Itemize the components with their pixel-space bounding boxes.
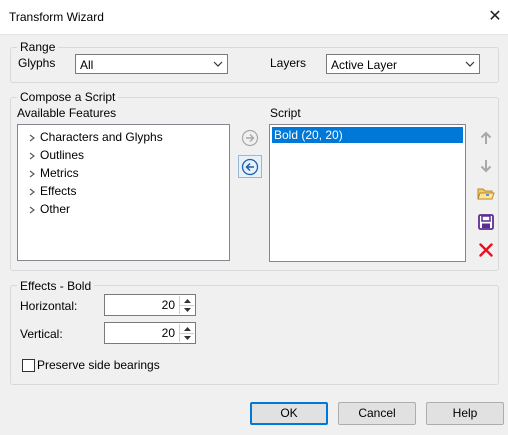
tree-item-label: Other — [40, 202, 71, 216]
preserve-side-bearings-label[interactable]: Preserve side bearings — [37, 358, 160, 372]
save-disk-icon — [478, 214, 494, 230]
add-to-script-button[interactable] — [239, 127, 261, 149]
chevron-down-icon — [465, 61, 475, 67]
arrow-down-icon — [480, 160, 492, 173]
vertical-spinbox[interactable]: 20 — [104, 322, 196, 344]
vertical-label: Vertical: — [20, 327, 63, 341]
script-item-bold[interactable]: Bold (20, 20) — [272, 127, 463, 143]
layers-label: Layers — [270, 56, 307, 70]
available-features-tree[interactable]: Characters and Glyphs Outlines Metrics E… — [17, 124, 230, 261]
spin-buttons — [179, 324, 194, 342]
tree-item-effects[interactable]: Effects — [26, 182, 76, 200]
ok-button[interactable]: OK — [250, 402, 328, 425]
title-bar: Transform Wizard ✕ — [0, 0, 508, 34]
tree-item-label: Characters and Glyphs — [40, 130, 163, 144]
remove-from-script-button[interactable] — [238, 155, 262, 178]
spin-down-button[interactable] — [180, 333, 194, 342]
chevron-right-icon — [29, 134, 35, 142]
horizontal-label: Horizontal: — [20, 299, 78, 313]
chevron-down-icon — [213, 61, 223, 67]
effects-group-label: Effects - Bold — [17, 279, 95, 293]
delete-script-item-button[interactable] — [475, 239, 497, 261]
open-script-button[interactable] — [475, 183, 497, 205]
vertical-value: 20 — [161, 326, 175, 340]
chevron-right-icon — [29, 206, 35, 214]
glyphs-dropdown[interactable]: All — [75, 54, 228, 74]
arrow-left-circle-icon — [241, 158, 259, 175]
spin-down-button[interactable] — [180, 305, 194, 314]
move-up-button[interactable] — [475, 127, 497, 149]
tree-item-label: Effects — [40, 184, 77, 198]
horizontal-value: 20 — [161, 298, 175, 312]
chevron-right-icon — [29, 170, 35, 178]
caret-up-icon — [183, 326, 191, 331]
compose-group-label: Compose a Script — [17, 90, 119, 104]
tree-item-metrics[interactable]: Metrics — [26, 164, 79, 182]
caret-up-icon — [183, 298, 191, 303]
spin-buttons — [179, 296, 194, 314]
save-script-button[interactable] — [475, 211, 497, 233]
cancel-button[interactable]: Cancel — [338, 402, 416, 425]
layers-dropdown[interactable]: Active Layer — [326, 54, 480, 74]
tree-item-other[interactable]: Other — [26, 200, 70, 218]
move-down-button[interactable] — [475, 155, 497, 177]
glyphs-label: Glyphs — [18, 56, 56, 70]
chevron-right-icon — [29, 152, 35, 160]
range-group-label: Range — [17, 40, 59, 54]
chevron-right-icon — [29, 188, 35, 196]
help-button[interactable]: Help — [426, 402, 504, 425]
horizontal-spinbox[interactable]: 20 — [104, 294, 196, 316]
script-list[interactable]: Bold (20, 20) — [269, 124, 466, 262]
preserve-side-bearings-checkbox[interactable] — [22, 359, 35, 372]
glyphs-dropdown-value: All — [80, 58, 94, 72]
caret-down-icon — [183, 335, 191, 340]
open-folder-icon — [477, 188, 495, 200]
window-title: Transform Wizard — [9, 10, 104, 24]
arrow-right-circle-icon — [241, 129, 259, 147]
tree-item-label: Outlines — [40, 148, 85, 162]
layers-dropdown-value: Active Layer — [331, 58, 398, 72]
close-icon[interactable]: ✕ — [484, 6, 506, 28]
available-features-label: Available Features — [17, 106, 117, 120]
tree-item-label: Metrics — [40, 166, 79, 180]
arrow-up-icon — [480, 131, 492, 144]
script-label: Script — [270, 106, 301, 120]
caret-down-icon — [183, 307, 191, 312]
tree-item-characters-and-glyphs[interactable]: Characters and Glyphs — [26, 128, 163, 146]
tree-item-outlines[interactable]: Outlines — [26, 146, 84, 164]
delete-x-icon — [479, 243, 493, 257]
